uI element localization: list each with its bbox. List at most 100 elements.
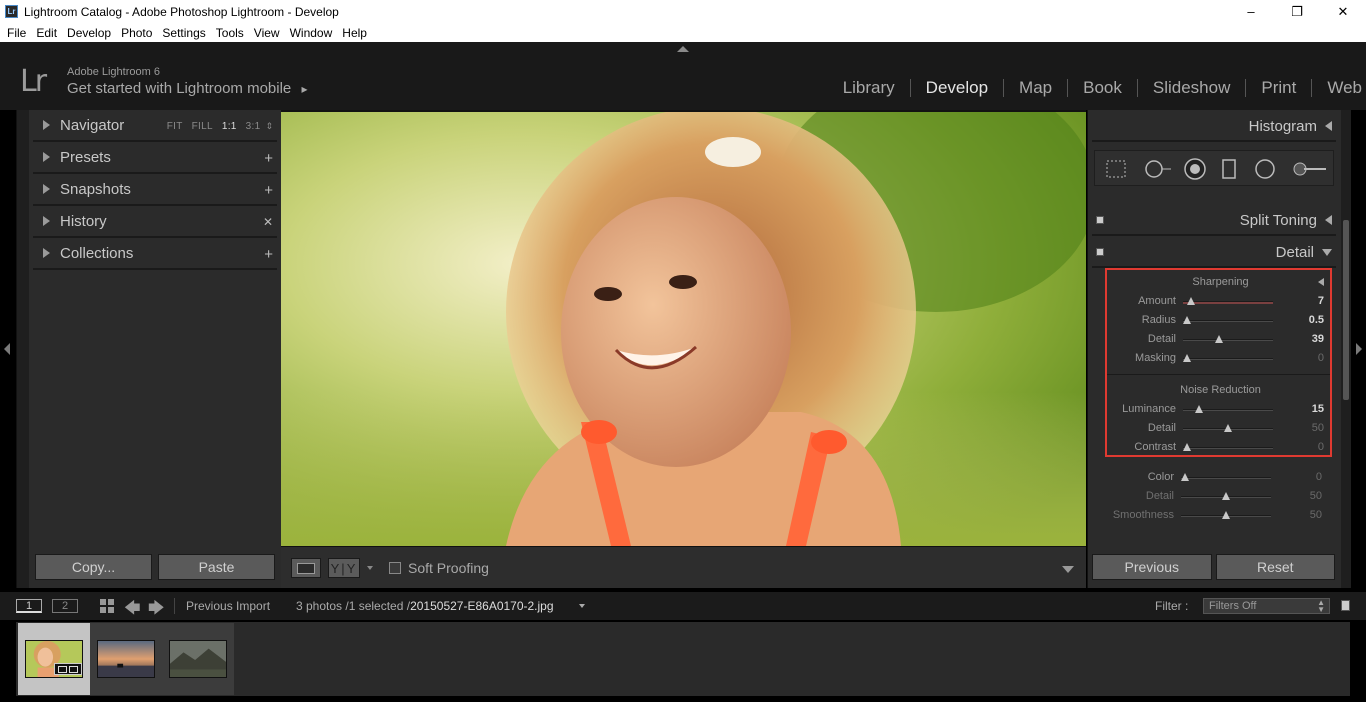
slider-track[interactable] xyxy=(1183,443,1273,451)
filmstrip-thumbnail[interactable] xyxy=(90,623,162,695)
left-panel-scrollbar[interactable] xyxy=(17,110,29,588)
slider-track[interactable] xyxy=(1181,511,1271,519)
menu-tools[interactable]: Tools xyxy=(211,26,249,40)
forward-arrow-icon[interactable]: 🡆 xyxy=(148,597,165,624)
menu-settings[interactable]: Settings xyxy=(157,26,210,40)
filmstrip-thumbnail[interactable] xyxy=(162,623,234,695)
slider-track[interactable] xyxy=(1183,297,1273,305)
selected-filename[interactable]: 20150527-E86A0170-2.jpg xyxy=(410,599,553,613)
add-preset-icon[interactable]: + xyxy=(264,142,273,174)
collapse-left-panel-icon[interactable] xyxy=(4,343,10,355)
add-snapshot-icon[interactable]: + xyxy=(264,174,273,206)
slider-nr-color-detail[interactable]: Detail 50 xyxy=(1105,487,1332,506)
close-button[interactable]: ✕ xyxy=(1320,0,1366,23)
menu-develop[interactable]: Develop xyxy=(62,26,116,40)
right-panel-scrollbar[interactable] xyxy=(1341,110,1351,588)
slider-sharpen-amount[interactable]: Amount 7 xyxy=(1107,292,1334,311)
slider-knob[interactable] xyxy=(1195,405,1204,413)
collapse-top-panel-icon[interactable] xyxy=(677,46,689,52)
presets-header[interactable]: Presets + xyxy=(33,142,277,174)
slider-knob[interactable] xyxy=(1187,297,1196,305)
slider-sharpen-detail[interactable]: Detail 39 xyxy=(1107,330,1334,349)
slider-nr-color[interactable]: Color 0 xyxy=(1105,468,1332,487)
module-book[interactable]: Book xyxy=(1068,78,1137,98)
filename-dropdown-icon[interactable] xyxy=(579,604,585,608)
menu-edit[interactable]: Edit xyxy=(31,26,62,40)
module-map[interactable]: Map xyxy=(1004,78,1067,98)
navigator-header[interactable]: Navigator FIT FILL 1:1 3:1 ⇕ xyxy=(33,110,277,142)
toolbar-content-dropdown-icon[interactable] xyxy=(1062,566,1074,573)
add-collection-icon[interactable]: + xyxy=(264,238,273,270)
red-eye-tool[interactable] xyxy=(1183,158,1207,180)
module-develop[interactable]: Develop xyxy=(911,78,1003,98)
slider-value[interactable]: 0.5 xyxy=(1309,314,1324,326)
snapshots-header[interactable]: Snapshots + xyxy=(33,174,277,206)
mobile-prompt[interactable]: Get started with Lightroom mobile ▸ xyxy=(67,80,307,97)
collapse-right-panel-icon[interactable] xyxy=(1356,343,1362,355)
slider-knob[interactable] xyxy=(1214,335,1223,343)
restore-button[interactable]: ❐ xyxy=(1274,0,1320,23)
back-arrow-icon[interactable]: 🡄 xyxy=(124,597,141,624)
menu-view[interactable]: View xyxy=(249,26,285,40)
minimize-button[interactable]: – xyxy=(1228,0,1274,23)
slider-track[interactable] xyxy=(1183,354,1273,362)
zoom-1-1[interactable]: 1:1 xyxy=(222,121,237,132)
before-after-button[interactable]: Y|Y xyxy=(328,558,360,578)
sharpening-preview-icon[interactable] xyxy=(1318,278,1324,286)
module-library[interactable]: Library xyxy=(828,78,910,98)
slider-track[interactable] xyxy=(1181,473,1271,481)
menu-file[interactable]: File xyxy=(2,26,31,40)
spot-removal-tool[interactable] xyxy=(1143,158,1173,180)
clear-history-icon[interactable]: ✕ xyxy=(263,206,273,238)
slider-value[interactable]: 15 xyxy=(1312,403,1324,415)
filter-select[interactable]: Filters Off ▲ ▼ xyxy=(1203,598,1330,614)
before-after-dropdown-icon[interactable] xyxy=(367,566,373,570)
zoom-fill[interactable]: FILL xyxy=(192,121,213,132)
slider-value[interactable]: 0 xyxy=(1318,352,1324,364)
slider-value[interactable]: 39 xyxy=(1312,333,1324,345)
slider-value[interactable]: 50 xyxy=(1310,490,1322,502)
filter-lock-icon[interactable] xyxy=(1341,600,1350,611)
slider-knob[interactable] xyxy=(1183,443,1191,451)
slider-knob[interactable] xyxy=(1222,492,1230,500)
filmstrip-source[interactable]: Previous Import xyxy=(186,599,270,613)
slider-track[interactable] xyxy=(1181,492,1271,500)
slider-value[interactable]: 0 xyxy=(1318,441,1324,453)
slider-knob[interactable] xyxy=(1222,511,1230,519)
panel-toggle-switch[interactable] xyxy=(1096,216,1104,224)
slider-value[interactable]: 0 xyxy=(1316,471,1322,483)
loupe-view-button[interactable] xyxy=(291,558,321,578)
secondary-window-button[interactable]: 2 xyxy=(52,599,78,613)
reset-button[interactable]: Reset xyxy=(1215,554,1335,580)
menu-help[interactable]: Help xyxy=(337,26,372,40)
crop-overlay-tool[interactable] xyxy=(1104,158,1128,180)
slider-track[interactable] xyxy=(1183,316,1273,324)
slider-track[interactable] xyxy=(1183,405,1273,413)
slider-sharpen-masking[interactable]: Masking 0 xyxy=(1107,349,1334,368)
menu-window[interactable]: Window xyxy=(285,26,338,40)
collections-header[interactable]: Collections + xyxy=(33,238,277,270)
grid-view-icon[interactable] xyxy=(100,599,114,613)
soft-proofing-checkbox[interactable] xyxy=(389,562,401,574)
primary-window-button[interactable]: 1 xyxy=(16,599,42,613)
photo-canvas[interactable] xyxy=(281,110,1086,546)
slider-nr-contrast[interactable]: Contrast 0 xyxy=(1107,438,1334,457)
slider-value[interactable]: 7 xyxy=(1318,295,1324,307)
histogram-header[interactable]: Histogram xyxy=(1092,112,1336,142)
zoom-fit[interactable]: FIT xyxy=(167,121,183,132)
previous-button[interactable]: Previous xyxy=(1092,554,1212,580)
slider-knob[interactable] xyxy=(1181,473,1189,481)
slider-value[interactable]: 50 xyxy=(1312,422,1324,434)
slider-nr-detail[interactable]: Detail 50 xyxy=(1107,419,1334,438)
slider-value[interactable]: 50 xyxy=(1310,509,1322,521)
history-header[interactable]: History ✕ xyxy=(33,206,277,238)
module-print[interactable]: Print xyxy=(1246,78,1311,98)
slider-nr-smoothness[interactable]: Smoothness 50 xyxy=(1105,506,1332,525)
copy-button[interactable]: Copy... xyxy=(35,554,152,580)
module-slideshow[interactable]: Slideshow xyxy=(1138,78,1246,98)
panel-toggle-switch[interactable] xyxy=(1096,248,1104,256)
slider-track[interactable] xyxy=(1183,424,1273,432)
slider-knob[interactable] xyxy=(1183,354,1191,362)
adjustment-brush-tool[interactable] xyxy=(1291,158,1329,180)
slider-sharpen-radius[interactable]: Radius 0.5 xyxy=(1107,311,1334,330)
